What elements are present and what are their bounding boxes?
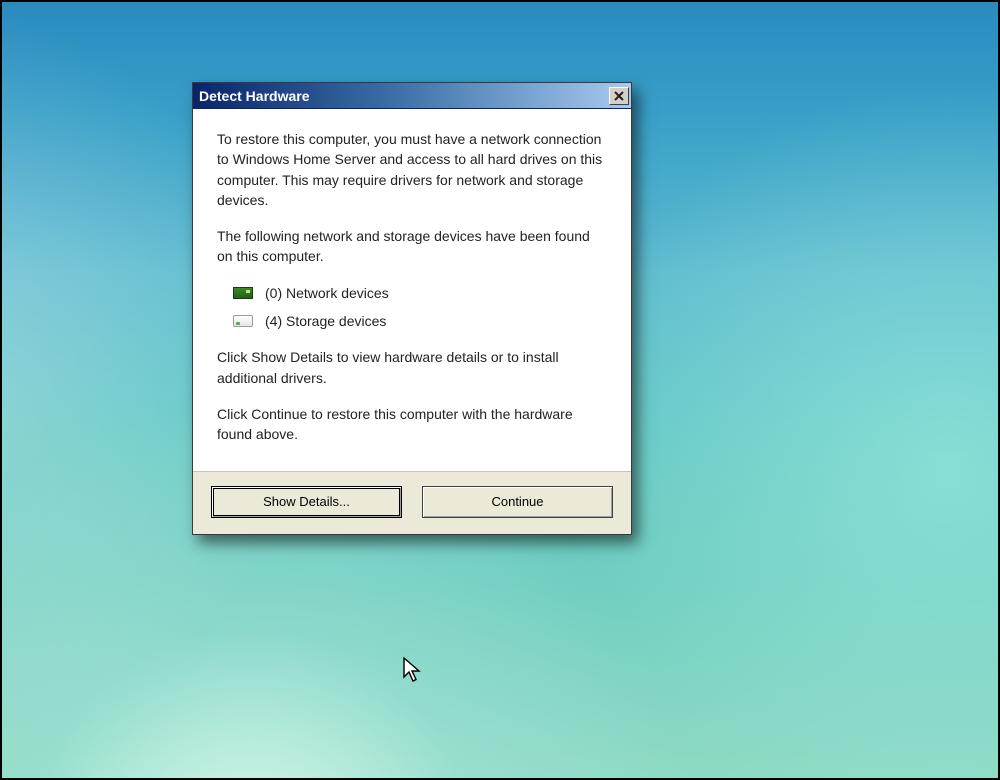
close-icon [614,91,624,101]
continue-button[interactable]: Continue [422,486,613,518]
network-devices-row: (0) Network devices [233,283,607,303]
cursor-icon [403,657,423,685]
show-details-hint: Click Show Details to view hardware deta… [217,347,607,388]
detect-hardware-dialog: Detect Hardware To restore this computer… [192,82,632,535]
desktop-background: Detect Hardware To restore this computer… [0,0,1000,780]
window-title: Detect Hardware [199,88,609,104]
storage-devices-label: (4) Storage devices [265,311,386,331]
network-devices-label: (0) Network devices [265,283,389,303]
devices-intro-text: The following network and storage device… [217,226,607,267]
titlebar[interactable]: Detect Hardware [193,83,631,109]
dialog-footer: Show Details... Continue [193,472,631,534]
dialog-body: To restore this computer, you must have … [193,109,631,472]
device-list: (0) Network devices (4) Storage devices [233,283,607,332]
close-button[interactable] [609,87,629,105]
network-card-icon [233,286,253,300]
show-details-button[interactable]: Show Details... [211,486,402,518]
storage-devices-row: (4) Storage devices [233,311,607,331]
continue-hint: Click Continue to restore this computer … [217,404,607,445]
hard-drive-icon [233,314,253,328]
intro-text: To restore this computer, you must have … [217,129,607,210]
